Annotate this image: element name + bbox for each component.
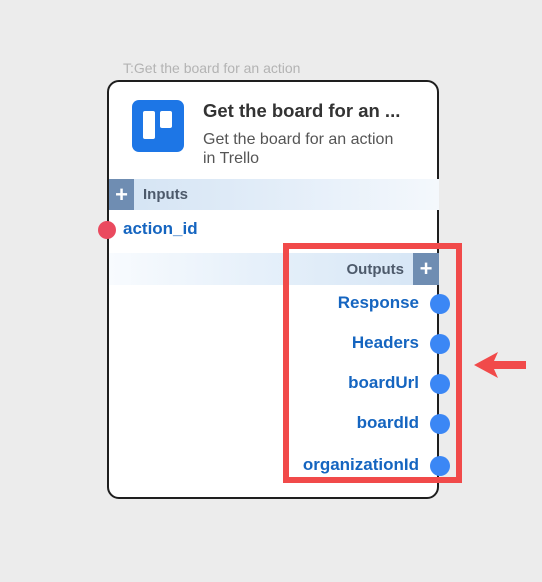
trello-icon (132, 100, 184, 152)
node-header[interactable]: Get the board for an ... Get the board f… (109, 82, 437, 179)
input-port-action-id[interactable] (98, 221, 116, 239)
node-caption: T:Get the board for an action (123, 60, 301, 76)
inputs-label: Inputs (143, 186, 188, 203)
node-title: Get the board for an ... (203, 100, 401, 121)
trello-icon-left-bar (143, 111, 155, 139)
inputs-section-header: + Inputs (109, 179, 439, 210)
input-label-action-id: action_id (123, 219, 198, 238)
trello-icon-right-bar (160, 111, 172, 128)
outputs-highlight-box (283, 243, 462, 483)
input-row-action-id: action_id (98, 219, 309, 239)
arrow-left-icon (474, 352, 526, 378)
node-subtitle: Get the board for an action in Trello (203, 131, 394, 167)
add-input-button[interactable]: + (109, 179, 134, 210)
